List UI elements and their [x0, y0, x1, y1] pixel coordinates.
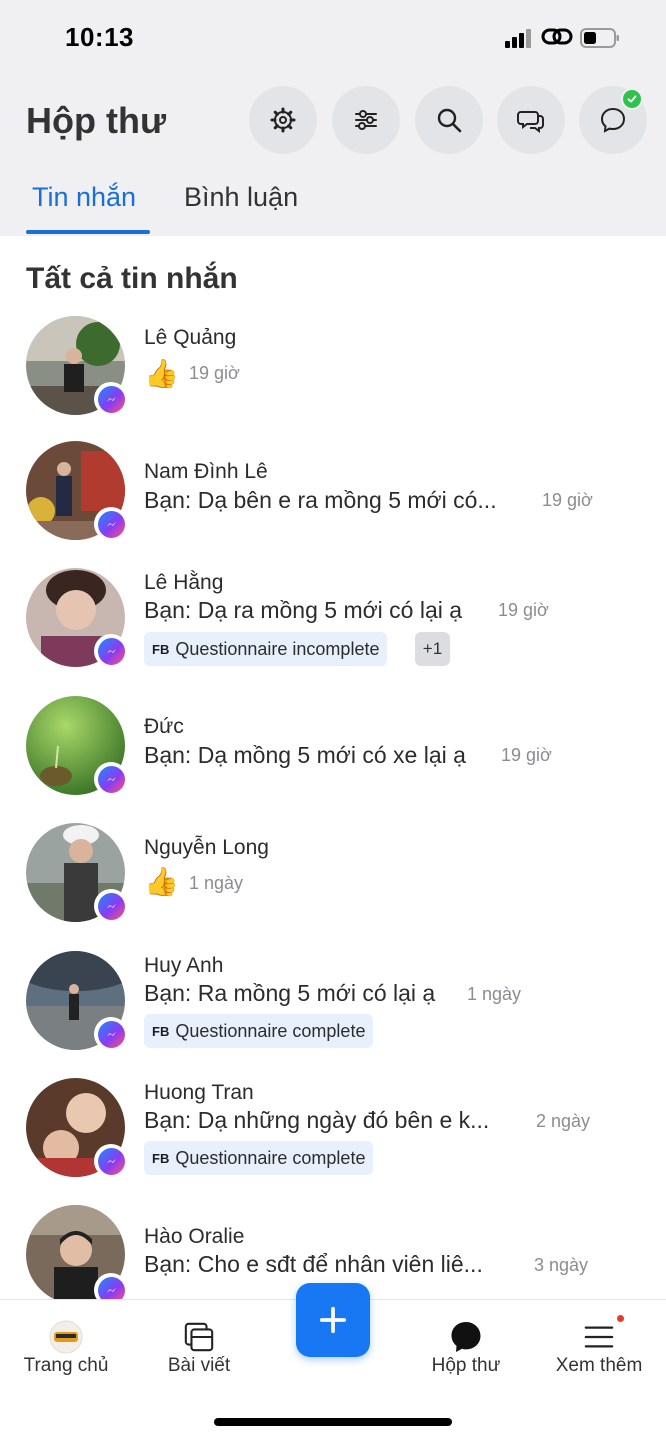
conversation-item[interactable]: Lê Quảng 👍 19 giờ [0, 316, 666, 436]
conversation-item[interactable]: Huong Tran Bạn: Dạ những ngày đó bên e k… [0, 1078, 666, 1198]
notification-dot [617, 1315, 624, 1322]
thumbs-up-icon: 👍 [144, 358, 179, 389]
contact-name: Nam Đình Lê [144, 460, 268, 483]
page-title: Hộp thư [26, 100, 167, 141]
tag-label: Questionnaire incomplete [175, 638, 380, 659]
contact-name: Hào Oralie [144, 1225, 245, 1248]
messenger-badge-icon [94, 762, 128, 796]
contact-name: Đức [144, 715, 184, 738]
message-preview: Bạn: Dạ bên e ra mồng 5 mới có... [144, 487, 497, 513]
message-time: 3 ngày [534, 1255, 589, 1275]
status-bar: 10:13 [0, 0, 666, 78]
page-avatar-icon [49, 1320, 83, 1354]
filter-button[interactable] [332, 86, 400, 154]
home-indicator [214, 1418, 452, 1426]
messenger-badge-icon [94, 507, 128, 541]
fb-tag-prefix: FB [152, 1150, 170, 1166]
message-time: 1 ngày [467, 984, 522, 1004]
tab-comments[interactable]: Bình luận [184, 182, 298, 213]
thumbs-up-icon: 👍 [144, 866, 179, 897]
conversation-item[interactable]: Nam Đình Lê Bạn: Dạ bên e ra mồng 5 mới … [0, 441, 666, 561]
message-time: 19 giờ [498, 600, 549, 620]
message-preview: Bạn: Ra mồng 5 mới có lại ạ [144, 980, 436, 1006]
questionnaire-tag: FB Questionnaire incomplete [144, 632, 388, 666]
nav-label: Bài viết [167, 1355, 231, 1376]
tag-label: Questionnaire complete [175, 1147, 366, 1168]
message-time: 19 giờ [189, 363, 240, 383]
more-tags-count: +1 [415, 632, 450, 666]
messenger-badge-icon [94, 1017, 128, 1051]
message-preview: Bạn: Dạ ra mồng 5 mới có lại ạ [144, 597, 463, 623]
status-time: 10:13 [65, 22, 134, 52]
messenger-badge-icon [94, 382, 128, 416]
questionnaire-tag: FB Questionnaire complete [144, 1014, 374, 1048]
comments-icon [517, 111, 544, 133]
plus-icon [319, 1306, 347, 1334]
link-icon [541, 28, 573, 45]
conversation-item[interactable]: Huy Anh Bạn: Ra mồng 5 mới có lại ạ 1 ng… [0, 951, 666, 1071]
conversation-item[interactable]: Lê Hằng Bạn: Dạ ra mồng 5 mới có lại ạ 1… [0, 568, 666, 688]
nav-label: Hộp thư [431, 1355, 501, 1376]
filter-icon [355, 110, 377, 130]
active-tab-indicator [26, 230, 150, 234]
fb-tag-prefix: FB [152, 1023, 170, 1039]
contact-name: Lê Hằng [144, 571, 224, 594]
message-time: 19 giờ [542, 490, 593, 510]
section-title: Tất cả tin nhắn [26, 262, 238, 295]
nav-inbox[interactable]: Hộp thư [396, 1300, 536, 1400]
create-button[interactable] [296, 1283, 370, 1357]
nav-label: Xem thêm [555, 1355, 643, 1376]
messenger-icon [600, 107, 626, 133]
contact-name: Lê Quảng [144, 326, 237, 349]
signal-icon [505, 28, 533, 48]
message-time: 1 ngày [189, 873, 244, 893]
online-check-icon [621, 88, 643, 110]
fb-tag-prefix: FB [152, 641, 170, 657]
comments-button[interactable] [497, 86, 565, 154]
contact-name: Huy Anh [144, 954, 224, 977]
nav-home[interactable]: Trang chủ [0, 1300, 136, 1400]
message-time: 2 ngày [536, 1111, 591, 1131]
nav-more[interactable]: Xem thêm [529, 1300, 666, 1400]
questionnaire-tag: FB Questionnaire complete [144, 1141, 374, 1175]
message-time: 19 giờ [501, 745, 552, 765]
tab-messages[interactable]: Tin nhắn [32, 182, 136, 213]
tag-label: Questionnaire complete [175, 1020, 366, 1041]
battery-icon [580, 28, 619, 48]
message-preview: Bạn: Cho e sđt để nhân viên liê... [144, 1251, 483, 1277]
messenger-badge-icon [94, 634, 128, 668]
inbox-chat-icon [449, 1320, 483, 1354]
message-preview: Bạn: Dạ những ngày đó bên e k... [144, 1107, 490, 1133]
settings-button[interactable] [249, 86, 317, 154]
messenger-badge-icon [94, 1144, 128, 1178]
messenger-status-button[interactable] [579, 86, 647, 154]
conversation-item[interactable]: Đức Bạn: Dạ mồng 5 mới có xe lại ạ 19 gi… [0, 696, 666, 816]
conversation-item[interactable]: Nguyễn Long 👍 1 ngày [0, 823, 666, 943]
posts-icon [182, 1320, 216, 1354]
messenger-badge-icon [94, 889, 128, 923]
search-button[interactable] [415, 86, 483, 154]
search-icon [437, 108, 462, 133]
nav-posts[interactable]: Bài viết [129, 1300, 269, 1400]
settings-icon [270, 107, 296, 133]
menu-icon [582, 1320, 616, 1354]
contact-name: Nguyễn Long [144, 836, 269, 859]
message-preview: Bạn: Dạ mồng 5 mới có xe lại ạ [144, 742, 466, 768]
contact-name: Huong Tran [144, 1081, 254, 1104]
nav-label: Trang chủ [23, 1355, 109, 1376]
